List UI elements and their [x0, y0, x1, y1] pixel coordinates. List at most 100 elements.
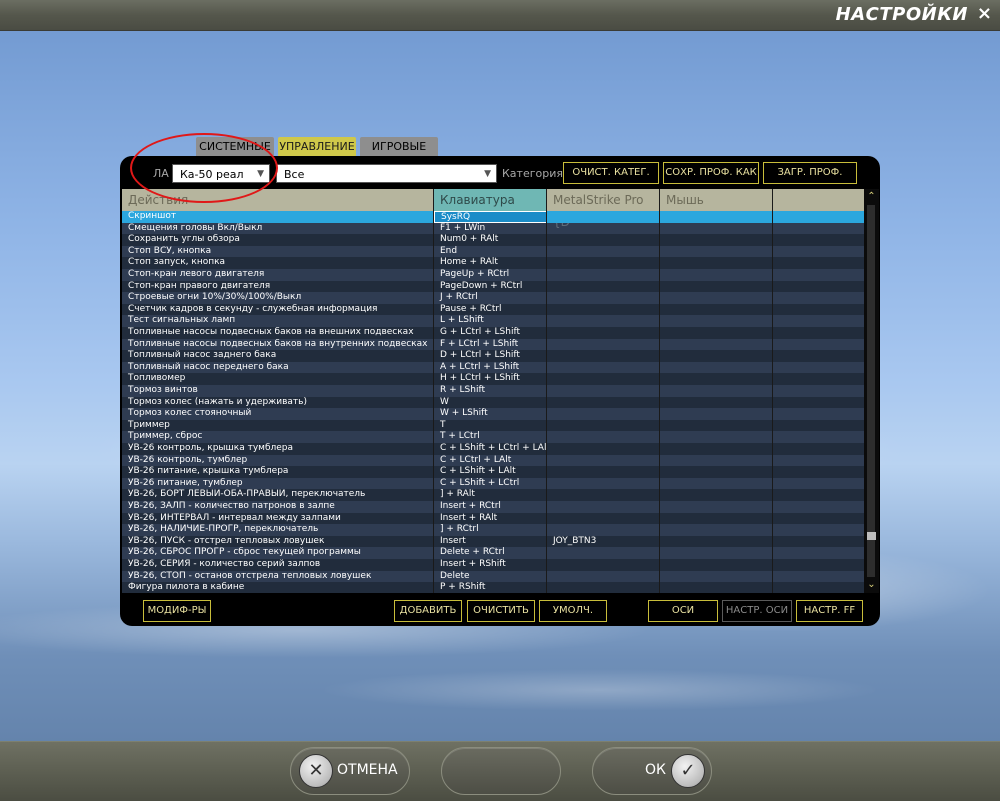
cell-keyboard[interactable]: Home + RAlt — [434, 257, 547, 269]
table-row[interactable]: Стоп-кран правого двигателя PageDown + RC… — [122, 280, 864, 293]
cell-mouse[interactable] — [660, 536, 773, 548]
cell-action[interactable]: Тест сигнальных ламп — [122, 315, 434, 327]
cell-joystick[interactable] — [547, 420, 660, 432]
table-row[interactable]: УВ-26, БОРТ ЛЕВЫЙ-ОБА-ПРАВЫЙ, переключат… — [122, 489, 864, 501]
cell-joystick[interactable] — [547, 350, 660, 362]
cell-action[interactable]: УВ-26 контроль, крышка тумблера — [122, 443, 434, 455]
cell-mouse[interactable] — [660, 443, 773, 455]
cell-action[interactable]: УВ-26, ИНТЕРВАЛ - интервал между залпами — [122, 513, 434, 525]
cell-keyboard[interactable]: ] + RAlt — [434, 489, 547, 501]
table-row[interactable]: УВ-26 питание, тумблер C + LShift + LCtrl — [122, 477, 864, 490]
cell-action[interactable]: Топливные насосы подвесных баков на внут… — [122, 339, 434, 351]
table-row[interactable]: УВ-26 контроль, крышка тумблера C + LShif… — [122, 443, 864, 455]
table-row[interactable]: УВ-26, СБРОС ПРОГР - сброс текущей прогр… — [122, 547, 864, 559]
cell-action[interactable]: Топливный насос заднего бака — [122, 350, 434, 362]
cell-keyboard[interactable]: Pause + RCtrl — [434, 304, 547, 316]
cell-action[interactable]: Скриншот — [122, 211, 434, 223]
cell-keyboard[interactable]: C + LShift + LCtrl — [434, 478, 547, 490]
cell-keyboard[interactable]: End — [434, 246, 547, 258]
table-scrollbar[interactable]: ⌃ ⌄ — [864, 189, 879, 593]
tab-game[interactable]: ИГРОВЫЕ — [360, 137, 438, 157]
scroll-down-icon[interactable]: ⌄ — [864, 578, 879, 592]
table-row[interactable]: Топливные насосы подвесных баков на внеш… — [122, 327, 864, 339]
close-icon[interactable]: × — [977, 4, 992, 24]
column-header-joystick[interactable]: MetalStrike Pro {D — [547, 189, 660, 229]
table-row[interactable]: Строевые огни 10%/30%/100%/Выкл J + RCtrl — [122, 292, 864, 304]
cell-action[interactable]: Фигура пилота в кабине — [122, 582, 434, 593]
cell-action[interactable]: Счетчик кадров в секунду - служебная инф… — [122, 304, 434, 316]
cell-mouse[interactable] — [660, 431, 773, 443]
aircraft-select[interactable]: Ка-50 реал ▼ — [172, 164, 270, 183]
table-row[interactable]: УВ-26, ИНТЕРВАЛ - интервал между залпами… — [122, 512, 864, 525]
table-row[interactable]: Тормоз винтов R + LShift — [122, 385, 864, 397]
cell-keyboard[interactable]: Num0 + RAlt — [434, 234, 547, 246]
cell-joystick[interactable] — [547, 304, 660, 316]
cell-keyboard[interactable]: SysRQ — [434, 211, 547, 223]
cell-action[interactable]: Триммер, сброс — [122, 431, 434, 443]
cell-mouse[interactable] — [660, 223, 773, 235]
table-row[interactable]: Фигура пилота в кабине P + RShift — [122, 582, 864, 593]
cell-joystick[interactable] — [547, 315, 660, 327]
cell-mouse[interactable] — [660, 501, 773, 513]
cell-mouse[interactable] — [660, 373, 773, 385]
cell-keyboard[interactable]: T — [434, 420, 547, 432]
cell-keyboard[interactable]: ] + RCtrl — [434, 524, 547, 536]
cell-mouse[interactable] — [660, 281, 773, 293]
cell-mouse[interactable] — [660, 362, 773, 374]
table-row[interactable]: УВ-26, ЗАЛП - количество патронов в залп… — [122, 501, 864, 513]
cell-action[interactable]: Строевые огни 10%/30%/100%/Выкл — [122, 292, 434, 304]
cell-joystick[interactable] — [547, 269, 660, 281]
column-header-actions[interactable]: Действия — [122, 189, 434, 211]
cell-action[interactable]: УВ-26, СБРОС ПРОГР - сброс текущей прогр… — [122, 547, 434, 559]
axes-button[interactable]: ОСИ — [648, 600, 718, 622]
cell-keyboard[interactable]: Insert + RShift — [434, 559, 547, 571]
cell-mouse[interactable] — [660, 234, 773, 246]
cell-keyboard[interactable]: G + LCtrl + LShift — [434, 327, 547, 339]
scroll-up-icon[interactable]: ⌃ — [864, 190, 879, 204]
cell-keyboard[interactable]: PageUp + RCtrl — [434, 269, 547, 281]
cell-joystick[interactable] — [547, 362, 660, 374]
cell-mouse[interactable] — [660, 571, 773, 583]
cell-mouse[interactable] — [660, 513, 773, 525]
cell-keyboard[interactable]: D + LCtrl + LShift — [434, 350, 547, 362]
cancel-button[interactable]: ✕ ОТМЕНА — [290, 747, 410, 795]
table-row[interactable]: Топливомер H + LCtrl + LShift — [122, 373, 864, 385]
cell-action[interactable]: УВ-26 контроль, тумблер — [122, 455, 434, 467]
cell-keyboard[interactable]: Insert + RAlt — [434, 513, 547, 525]
cell-joystick[interactable] — [547, 513, 660, 525]
cell-mouse[interactable] — [660, 559, 773, 571]
cell-joystick[interactable] — [547, 257, 660, 269]
cell-joystick[interactable] — [547, 281, 660, 293]
cell-joystick[interactable] — [547, 223, 660, 235]
cell-joystick[interactable] — [547, 339, 660, 351]
table-row[interactable]: Стоп ВСУ, кнопка End — [122, 245, 864, 258]
table-row[interactable]: Стоп запуск, кнопка Home + RAlt — [122, 257, 864, 269]
cell-action[interactable]: Триммер — [122, 420, 434, 432]
cell-action[interactable]: Смещения головы Вкл/Выкл — [122, 223, 434, 235]
cell-keyboard[interactable]: F + LCtrl + LShift — [434, 339, 547, 351]
cell-joystick[interactable] — [547, 466, 660, 478]
table-row[interactable]: УВ-26, СЕРИЯ - количество серий залпов In… — [122, 559, 864, 571]
cell-joystick[interactable] — [547, 489, 660, 501]
cell-keyboard[interactable]: A + LCtrl + LShift — [434, 362, 547, 374]
cell-mouse[interactable] — [660, 455, 773, 467]
clear-category-button[interactable]: ОЧИСТ. КАТЕГ. — [563, 162, 659, 184]
table-row[interactable]: УВ-26, НАЛИЧИЕ-ПРОГР, переключатель] + R… — [122, 524, 864, 536]
table-row[interactable]: Тест сигнальных ламп L + LShift — [122, 315, 864, 327]
cell-keyboard[interactable]: Insert + RCtrl — [434, 501, 547, 513]
cell-joystick[interactable]: JOY_BTN3 — [547, 536, 660, 548]
cell-action[interactable]: Сохранить углы обзора — [122, 234, 434, 246]
cell-joystick[interactable] — [547, 397, 660, 409]
cell-mouse[interactable] — [660, 408, 773, 420]
cell-mouse[interactable] — [660, 582, 773, 593]
cell-mouse[interactable] — [660, 304, 773, 316]
tab-system[interactable]: СИСТЕМНЫЕ — [196, 137, 274, 157]
tab-controls[interactable]: УПРАВЛЕНИЕ — [278, 137, 356, 157]
cell-action[interactable]: Стоп ВСУ, кнопка — [122, 246, 434, 258]
cell-mouse[interactable] — [660, 350, 773, 362]
cell-action[interactable]: УВ-26, НАЛИЧИЕ-ПРОГР, переключатель — [122, 524, 434, 536]
cell-joystick[interactable] — [547, 234, 660, 246]
table-row[interactable]: Топливный насос переднего бака A + LCtrl … — [122, 361, 864, 374]
cell-mouse[interactable] — [660, 315, 773, 327]
cell-keyboard[interactable]: C + LShift + LAlt — [434, 466, 547, 478]
